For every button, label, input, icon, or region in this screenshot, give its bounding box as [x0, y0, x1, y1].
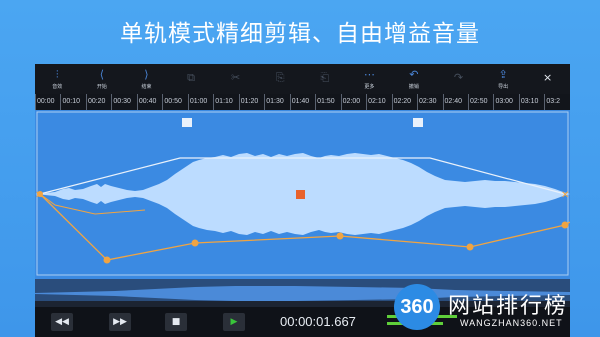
watermark-url: WANGZHAN360.NET [460, 318, 563, 328]
fast-forward-button[interactable]: ▶▶ [109, 313, 131, 331]
undo-icon: ↶ [409, 67, 419, 81]
waveform-canvas[interactable]: ✕ ✕ [35, 110, 570, 279]
toolbar-export-button[interactable]: ⇪ 导出 [481, 64, 526, 94]
toolbar-undo-button[interactable]: ↶ 撤销 [392, 64, 437, 94]
export-icon: ⇪ [498, 67, 508, 81]
ruler-tick: 03:00 [493, 94, 518, 110]
ruler-tick: 02:20 [391, 94, 417, 110]
gain-point [191, 239, 199, 247]
rewind-button[interactable]: ◀◀ [51, 313, 73, 331]
ruler-tick: 01:20 [238, 94, 264, 110]
gain-point [103, 256, 111, 264]
playback-time: 00:00:01.667 [280, 314, 356, 329]
right-edge-marker: ✕ [561, 190, 569, 201]
ruler-tick: 01:50 [315, 94, 340, 110]
cut-icon: ✂ [230, 71, 241, 84]
start-marker-icon: ⟨ [99, 67, 105, 81]
ruler-tick: 03:10 [518, 94, 544, 110]
ruler-tick: 02:30 [417, 94, 442, 110]
toolbar-paste-button[interactable]: ⎗ [302, 64, 347, 94]
ruler-tick: 00:40 [136, 94, 162, 110]
end-marker-icon: ⟩ [144, 67, 149, 81]
gain-point [336, 232, 344, 240]
ruler-tick: 03:2 [544, 94, 569, 110]
center-marker [296, 190, 305, 199]
more-icon: ⋯ [363, 67, 375, 81]
ruler-tick: 02:10 [366, 94, 391, 110]
stop-button[interactable]: ■ [165, 313, 187, 331]
ruler-tick: 00:00 [35, 94, 60, 110]
toolbar-start-button[interactable]: ⟨ 开始 [80, 64, 125, 94]
toolbar-cut-button[interactable]: ✂ [213, 64, 258, 94]
gain-point [561, 221, 569, 229]
close-icon: × [543, 71, 553, 84]
selection-handle [413, 118, 423, 127]
toolbar-more-button[interactable]: ⋯ 更多 [347, 64, 392, 94]
headline: 单轨模式精细剪辑、自由增益音量 [120, 21, 480, 47]
watermark-text: 网站排行榜 [448, 294, 569, 319]
ruler-tick: 00:30 [111, 94, 136, 110]
toolbar-crop-button[interactable]: ⧉ [169, 64, 214, 94]
timeline-ruler[interactable]: 00:00 00:10 00:20 00:30 00:40 00:50 01:0… [35, 94, 570, 110]
ruler-tick: 00:10 [60, 94, 85, 110]
selection-handle [182, 118, 192, 127]
ruler-tick: 01:10 [213, 94, 238, 110]
play-button[interactable]: ▶ [223, 313, 245, 331]
toolbar: ⫶ 音效 ⟨ 开始 ⟩ 结束 ⧉ ✂ ⎘ ⎗ ⋯ 更多 ↶ 撤销 ↷ ⇪ 导出 … [35, 64, 570, 94]
toolbar-copy-button[interactable]: ⎘ [258, 64, 303, 94]
toolbar-end-button[interactable]: ⟩ 结束 [124, 64, 169, 94]
ruler-tick: 01:00 [187, 94, 213, 110]
watermark: 360 网站排行榜 WANGZHAN360.NET [384, 274, 600, 337]
toolbar-effects-button[interactable]: ⫶ 音效 [35, 64, 80, 94]
ruler-tick: 02:50 [467, 94, 493, 110]
ruler-tick: 02:40 [442, 94, 468, 110]
paste-icon: ⎗ [320, 71, 330, 84]
ruler-tick: 01:30 [264, 94, 289, 110]
watermark-badge: 360 [394, 284, 440, 330]
ruler-tick: 02:00 [340, 94, 366, 110]
gain-point [466, 243, 474, 251]
waveform-editor[interactable]: ✕ ✕ [35, 110, 570, 279]
sliders-icon: ⫶ [55, 67, 59, 81]
ruler-tick: 01:40 [289, 94, 315, 110]
toolbar-close-button[interactable]: × [525, 64, 570, 94]
redo-icon: ↷ [453, 71, 464, 84]
toolbar-redo-button[interactable]: ↷ [436, 64, 481, 94]
left-edge-marker: ✕ [35, 190, 43, 201]
ruler-tick: 00:50 [162, 94, 187, 110]
ruler-tick: 00:20 [85, 94, 111, 110]
crop-icon: ⧉ [187, 71, 195, 84]
copy-icon: ⎘ [275, 71, 285, 84]
